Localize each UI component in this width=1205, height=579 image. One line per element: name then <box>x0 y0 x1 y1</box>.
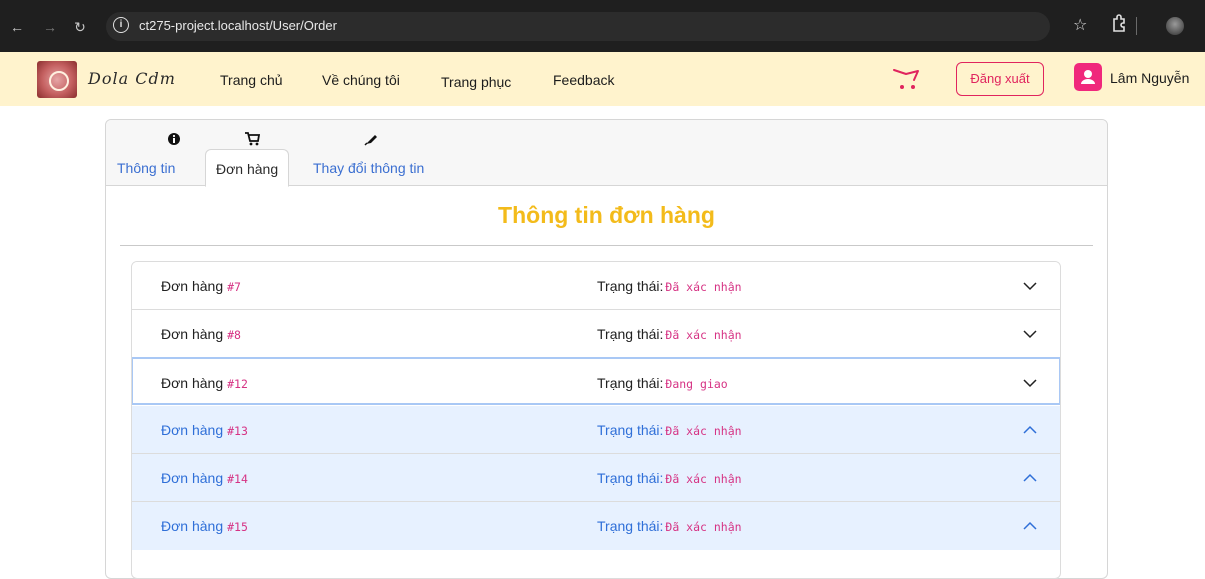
chevron-up-icon[interactable] <box>1022 518 1038 534</box>
order-row[interactable]: Đơn hàng #14 Trạng thái: Đã xác nhận <box>132 454 1060 502</box>
nav-link-about[interactable]: Về chúng tôi <box>322 72 400 88</box>
card-tab-header: Thông tin Đơn hàng Thay đổi thông tin <box>106 120 1107 187</box>
site-navbar: Dola Cdm Trang chủ Về chúng tôi Trang ph… <box>0 52 1205 106</box>
brand-logo[interactable] <box>37 61 77 98</box>
toolbar-divider <box>1136 17 1137 35</box>
order-id: #8 <box>227 328 241 342</box>
order-id: #13 <box>227 424 248 438</box>
order-status-value: Đã xác nhận <box>665 424 742 438</box>
order-status: Trạng thái: Đã xác nhận <box>597 518 742 534</box>
order-status-value: Đang giao <box>665 377 728 391</box>
user-avatar[interactable] <box>1074 63 1102 91</box>
order-row[interactable]: Đơn hàng #12 Trạng thái: Đang giao <box>132 357 1060 405</box>
order-row[interactable]: Đơn hàng #8 Trạng thái: Đã xác nhận <box>132 310 1060 358</box>
star-icon[interactable]: ☆ <box>1073 15 1087 35</box>
title-divider <box>120 245 1093 246</box>
account-card: Thông tin Đơn hàng Thay đổi thông tin Th… <box>105 119 1108 579</box>
address-bar-url[interactable]: ct275-project.localhost/User/Order <box>139 18 337 33</box>
order-id: #7 <box>227 280 241 294</box>
order-id: #14 <box>227 472 248 486</box>
cart-icon[interactable] <box>892 68 922 92</box>
order-id: #15 <box>227 520 248 534</box>
order-label: Đơn hàng #7 <box>161 278 241 294</box>
chevron-down-icon[interactable] <box>1022 278 1038 294</box>
order-label: Đơn hàng #13 <box>161 422 248 438</box>
order-label: Đơn hàng #8 <box>161 326 241 342</box>
order-id: #12 <box>227 377 248 391</box>
order-status: Trạng thái: Đã xác nhận <box>597 422 742 438</box>
order-status: Trạng thái: Đang giao <box>597 375 728 391</box>
brand-script-logo[interactable]: Dola Cdm <box>88 69 176 88</box>
nav-link-feedback[interactable]: Feedback <box>553 72 614 88</box>
order-status-value: Đã xác nhận <box>665 328 742 342</box>
order-status: Trạng thái: Đã xác nhận <box>597 470 742 486</box>
orders-accordion: Đơn hàng #7 Trạng thái: Đã xác nhận Đơn hà… <box>131 261 1061 579</box>
arrow-right-icon[interactable]: → <box>42 17 58 37</box>
site-info-icon[interactable]: i <box>113 17 129 33</box>
order-row[interactable]: Đơn hàng #15 Trạng thái: Đã xác nhận <box>132 502 1060 550</box>
order-status-value: Đã xác nhận <box>665 472 742 486</box>
logout-button[interactable]: Đăng xuất <box>956 62 1044 96</box>
order-label: Đơn hàng #15 <box>161 518 248 534</box>
puzzle-icon[interactable] <box>1112 14 1128 37</box>
tab-edit-info[interactable]: Thay đổi thông tin <box>303 149 434 187</box>
nav-link-home[interactable]: Trang chủ <box>220 72 283 88</box>
reload-icon[interactable]: ↻ <box>72 17 88 37</box>
pen-icon <box>363 131 379 147</box>
chevron-up-icon[interactable] <box>1022 422 1038 438</box>
info-circle-icon <box>166 131 182 147</box>
order-status: Trạng thái: Đã xác nhận <box>597 326 742 342</box>
order-label: Đơn hàng #14 <box>161 470 248 486</box>
order-status: Trạng thái: Đã xác nhận <box>597 278 742 294</box>
browser-chrome: ← → ↻ i ct275-project.localhost/User/Ord… <box>0 0 1205 52</box>
order-row[interactable]: Đơn hàng #7 Trạng thái: Đã xác nhận <box>132 262 1060 310</box>
order-status-value: Đã xác nhận <box>665 280 742 294</box>
profile-avatar-icon[interactable] <box>1166 17 1184 35</box>
chevron-down-icon[interactable] <box>1022 375 1038 391</box>
order-label: Đơn hàng #12 <box>161 375 248 391</box>
nav-link-costumes[interactable]: Trang phục <box>441 74 511 90</box>
cart-icon <box>244 131 261 147</box>
chevron-down-icon[interactable] <box>1022 326 1038 342</box>
chevron-up-icon[interactable] <box>1022 470 1038 486</box>
user-name[interactable]: Lâm Nguyễn <box>1110 70 1189 86</box>
arrow-left-icon[interactable]: ← <box>9 17 25 37</box>
tab-orders[interactable]: Đơn hàng <box>205 149 290 187</box>
tab-info[interactable]: Thông tin <box>107 149 185 187</box>
page-title: Thông tin đơn hàng <box>498 202 715 228</box>
order-status-value: Đã xác nhận <box>665 520 742 534</box>
order-row[interactable]: Đơn hàng #13 Trạng thái: Đã xác nhận <box>132 406 1060 454</box>
